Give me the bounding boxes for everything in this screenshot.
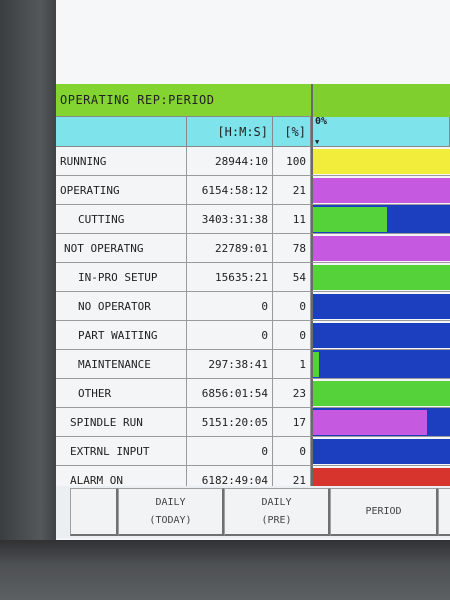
row-time: 6154:58:12: [187, 176, 273, 205]
monitor-bezel-bottom: [0, 540, 450, 600]
row-percent: 17: [273, 408, 311, 437]
bar-zero-label: 0%: [315, 116, 328, 127]
title-bar-graph-area: [311, 84, 450, 117]
row-bar: [313, 294, 450, 319]
softkey-period[interactable]: PERIOD: [330, 488, 438, 536]
row-bar: [313, 323, 450, 348]
row-percent: 21: [273, 176, 311, 205]
row-label: RUNNING: [56, 147, 187, 176]
row-bar: [313, 410, 427, 435]
row-bar: [313, 178, 450, 203]
cnc-screen: OPERATING REP:PERIOD [H:M:S] [%] 0% ▼ RU…: [56, 0, 450, 540]
table-row: SPINDLE RUN 5151:20:05 17: [56, 408, 450, 437]
row-bar-cell: [311, 408, 450, 437]
row-bar-cell: [311, 292, 450, 321]
row-bar: [313, 236, 450, 261]
softkey-label: (TODAY): [149, 514, 192, 526]
header-bar-scale: 0% ▼: [311, 117, 450, 147]
row-bar-cell: [311, 437, 450, 466]
row-label: NO OPERATOR: [56, 292, 187, 321]
row-label: PART WAITING: [56, 321, 187, 350]
header-percent: [%]: [273, 117, 311, 147]
softkey-daily-pre[interactable]: DAILY (PRE): [224, 488, 330, 536]
row-label: OPERATING: [56, 176, 187, 205]
row-time: 0: [187, 437, 273, 466]
row-time: 5151:20:05: [187, 408, 273, 437]
table-row: CUTTING 3403:31:38 11: [56, 205, 450, 234]
row-time: 3403:31:38: [187, 205, 273, 234]
row-bar-cell: [311, 176, 450, 205]
softkey-daily-today[interactable]: DAILY (TODAY): [118, 488, 224, 536]
table-row: OPERATING 6154:58:12 21: [56, 176, 450, 205]
row-percent: 23: [273, 379, 311, 408]
softkey-next[interactable]: [438, 488, 450, 536]
row-bar-cell: [311, 263, 450, 292]
row-bar: [313, 207, 387, 232]
header-time: [H:M:S]: [187, 117, 273, 147]
softkey-label: DAILY: [261, 496, 292, 508]
row-bar-cell: [311, 379, 450, 408]
row-bar-cell: [311, 321, 450, 350]
row-percent: 100: [273, 147, 311, 176]
row-bar: [313, 352, 319, 377]
row-label: SPINDLE RUN: [56, 408, 187, 437]
report-title: OPERATING REP:PERIOD: [56, 84, 311, 117]
softkey-label: (PRE): [261, 514, 292, 526]
row-percent: 0: [273, 321, 311, 350]
row-time: 6856:01:54: [187, 379, 273, 408]
row-time: 22789:01: [187, 234, 273, 263]
row-label: MAINTENANCE: [56, 350, 187, 379]
row-time: 28944:10: [187, 147, 273, 176]
row-bar-cell: [311, 350, 450, 379]
table-row: PART WAITING 0 0: [56, 321, 450, 350]
row-bar: [313, 149, 450, 174]
softkey-label: DAILY: [155, 496, 186, 508]
row-label: NOT OPERATNG: [56, 234, 187, 263]
row-bar-cell: [311, 234, 450, 263]
row-bar: [313, 265, 450, 290]
table-row: RUNNING 28944:10 100: [56, 147, 450, 176]
header-label-column: [56, 117, 187, 147]
table-row: NOT OPERATNG 22789:01 78: [56, 234, 450, 263]
table-row: OTHER 6856:01:54 23: [56, 379, 450, 408]
screen-top-area: [56, 0, 450, 84]
row-percent: 78: [273, 234, 311, 263]
row-percent: 0: [273, 437, 311, 466]
row-bar-cell: [311, 205, 450, 234]
table-row: EXTRNL INPUT 0 0: [56, 437, 450, 466]
monitor-bezel-left: [0, 0, 58, 600]
row-percent: 1: [273, 350, 311, 379]
softkey-bar: DAILY (TODAY) DAILY (PRE) PERIOD: [56, 486, 450, 538]
row-percent: 11: [273, 205, 311, 234]
row-bar: [313, 381, 450, 406]
row-label: EXTRNL INPUT: [56, 437, 187, 466]
table-row: MAINTENANCE 297:38:41 1: [56, 350, 450, 379]
row-time: 0: [187, 292, 273, 321]
row-percent: 54: [273, 263, 311, 292]
row-time: 297:38:41: [187, 350, 273, 379]
row-bar: [313, 439, 450, 464]
row-label: CUTTING: [56, 205, 187, 234]
table-row: NO OPERATOR 0 0: [56, 292, 450, 321]
row-percent: 0: [273, 292, 311, 321]
softkey-label: PERIOD: [365, 505, 402, 517]
row-bar-cell: [311, 147, 450, 176]
row-label: OTHER: [56, 379, 187, 408]
scale-marker-icon: ▼: [315, 138, 320, 146]
row-time: 15635:21: [187, 263, 273, 292]
row-time: 0: [187, 321, 273, 350]
row-label: IN-PRO SETUP: [56, 263, 187, 292]
softkey-blank[interactable]: [70, 488, 118, 536]
table-row: IN-PRO SETUP 15635:21 54: [56, 263, 450, 292]
